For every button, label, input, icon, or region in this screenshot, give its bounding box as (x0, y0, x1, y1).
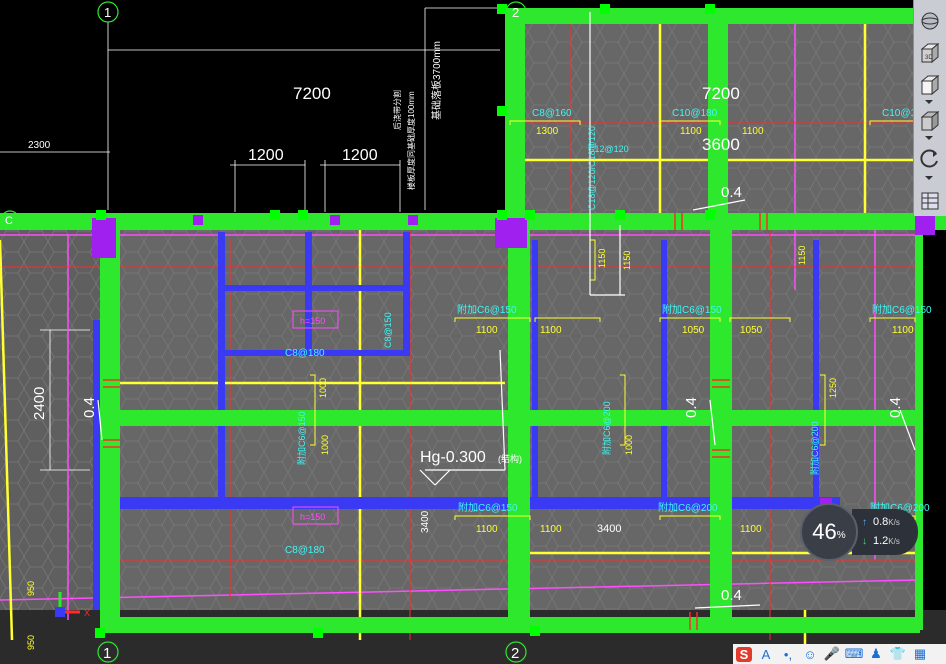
memory-usage-gauge[interactable]: 46% (800, 503, 858, 561)
ratio-label-bottom: 0.4 (721, 587, 742, 604)
value-1100-d: 1100 (540, 325, 562, 336)
dim-3400-h: 3400 (597, 523, 621, 535)
rebar-add-i: 附加C6@200 (809, 421, 820, 475)
dim-1200-a: 1200 (248, 147, 284, 164)
cad-workspace[interactable]: 1 2 1 2 C 7200 7200 3600 2300 1200 1200 … (0, 0, 946, 664)
h150-label-b: h=150 (300, 512, 325, 522)
grid-label-1-bottom: 1 (103, 645, 111, 662)
microphone-icon[interactable]: 🎤 (821, 644, 843, 664)
value-1150-a: 1150 (597, 249, 607, 268)
skin-icon[interactable]: 👕 (887, 644, 909, 664)
dim-3400-v: 3400 (420, 510, 431, 533)
value-1100-a: 1100 (680, 126, 702, 137)
grid-label-2-top: 2 (512, 5, 519, 20)
rebar-diagonal: C18@120/C18@120 (587, 126, 597, 210)
ime-mode-button[interactable]: A (755, 644, 777, 664)
upload-unit: K/s (888, 518, 900, 527)
dim-1200-b: 1200 (342, 147, 378, 164)
rebar-add-b: 附加C6@150 (662, 303, 722, 316)
sphere-icon[interactable] (917, 8, 943, 34)
rebar-c10-180: C10@180 (672, 108, 718, 119)
keyboard-icon[interactable]: ⌨ (843, 644, 865, 664)
network-speed-widget[interactable]: ↑ 0.8K/s ↓ 1.2K/s 46% (800, 503, 920, 561)
download-speed: 1.2 (873, 535, 889, 547)
ratio-label-left: 0.4 (81, 397, 98, 418)
toolbox-icon[interactable]: ▦ (909, 644, 931, 664)
value-1100-e: 1100 (892, 325, 914, 336)
grid-view-icon[interactable] (917, 188, 943, 214)
value-950-a: 950 (26, 581, 36, 596)
grid-label-c: C (5, 215, 13, 227)
dim-3600: 3600 (702, 135, 740, 154)
rebar-add-e: 附加C6@200 (658, 501, 718, 514)
usage-percent: 46 (812, 519, 837, 544)
upload-row: ↑ 0.8K/s (862, 516, 900, 528)
value-1150-b: 1150 (622, 251, 632, 270)
ratio-label-mid: 0.4 (683, 397, 700, 418)
user-icon[interactable]: ♟ (865, 644, 887, 664)
value-1050-b: 1050 (740, 325, 763, 336)
rebar-c8-180-b: C8@180 (285, 545, 325, 556)
value-1000-b: 1000 (624, 435, 634, 455)
value-1000-c: 1000 (320, 435, 330, 455)
dim-7200-right: 7200 (702, 84, 740, 103)
vertical-note-b: 楼板厚度同基础厚度100mm (406, 91, 416, 190)
rebar-c12-120: C12@120 (588, 144, 629, 154)
h150-label-a: h=150 (300, 316, 325, 326)
ratio-label-top: 0.4 (721, 184, 742, 201)
value-1000-a: 1000 (318, 378, 328, 398)
value-1250: 1250 (828, 378, 838, 398)
value-950-b: 950 (26, 635, 36, 650)
orbit-icon[interactable] (917, 146, 943, 172)
slab-fill (0, 12, 946, 664)
view-3d-button[interactable]: 3D (917, 40, 943, 66)
network-panel: ↑ 0.8K/s ↓ 1.2K/s (852, 509, 918, 555)
dim-2300: 2300 (28, 140, 51, 151)
download-unit: K/s (888, 537, 900, 546)
value-1100-h: 1100 (740, 524, 762, 535)
chevron-down-icon[interactable] (925, 176, 933, 180)
ratio-label-right: 0.4 (887, 397, 904, 418)
ucs-x-label: X (84, 608, 90, 618)
value-1100-b: 1100 (742, 126, 764, 137)
value-1150-c: 1150 (797, 246, 807, 265)
grid-label-2-bottom: 2 (511, 645, 519, 662)
dim-3700: 基础落板3700mm (430, 41, 443, 120)
rebar-c8-180-a: C8@180 (285, 348, 325, 359)
usage-percent-unit: % (836, 529, 846, 541)
elevation-note: (结构) (498, 453, 522, 464)
rebar-add-a: 附加C6@150 (457, 303, 517, 316)
rebar-add-c: 附加C6@150 (872, 303, 932, 316)
rebar-c8-160: C8@160 (532, 108, 572, 119)
download-row: ↓ 1.2K/s (862, 535, 900, 547)
download-arrow-icon: ↓ (862, 536, 867, 547)
punctuation-icon[interactable]: •, (777, 644, 799, 664)
vertical-note-a: 后浇带分割 (392, 90, 402, 130)
svg-text:3D: 3D (925, 55, 933, 61)
value-1100-c: 1100 (476, 325, 498, 336)
value-1300: 1300 (536, 126, 559, 137)
drawing-canvas[interactable]: 1 2 1 2 C 7200 7200 3600 2300 1200 1200 … (0, 0, 946, 664)
dim-7200-left: 7200 (293, 84, 331, 103)
ime-toolbar: S A •, ☺ 🎤 ⌨ ♟ 👕 ▦ (733, 644, 946, 664)
grid-label-1-top: 1 (104, 5, 111, 20)
elevation-label: Hg-0.300 (420, 449, 486, 466)
chevron-down-icon[interactable] (925, 136, 933, 140)
upload-speed: 0.8 (873, 516, 889, 528)
value-1100-f: 1100 (476, 524, 498, 535)
upload-arrow-icon: ↑ (862, 517, 867, 528)
value-1100-g: 1100 (540, 524, 562, 535)
rebar-add-g: 附加C6@200 (601, 401, 612, 455)
chevron-down-icon[interactable] (925, 100, 933, 104)
rebar-add-h: 附加C6@150 (296, 411, 307, 465)
rebar-c8-150: C8@150 (383, 312, 393, 348)
dim-2400: 2400 (31, 387, 48, 420)
cube-view-icon[interactable] (917, 72, 943, 98)
rebar-add-d: 附加C6@150 (458, 501, 518, 514)
value-1050: 1050 (682, 325, 705, 336)
ime-logo-icon[interactable]: S (733, 644, 755, 664)
emoji-icon[interactable]: ☺ (799, 644, 821, 664)
box-view-icon[interactable] (917, 108, 943, 134)
view-toolbar: 3D (913, 0, 946, 216)
